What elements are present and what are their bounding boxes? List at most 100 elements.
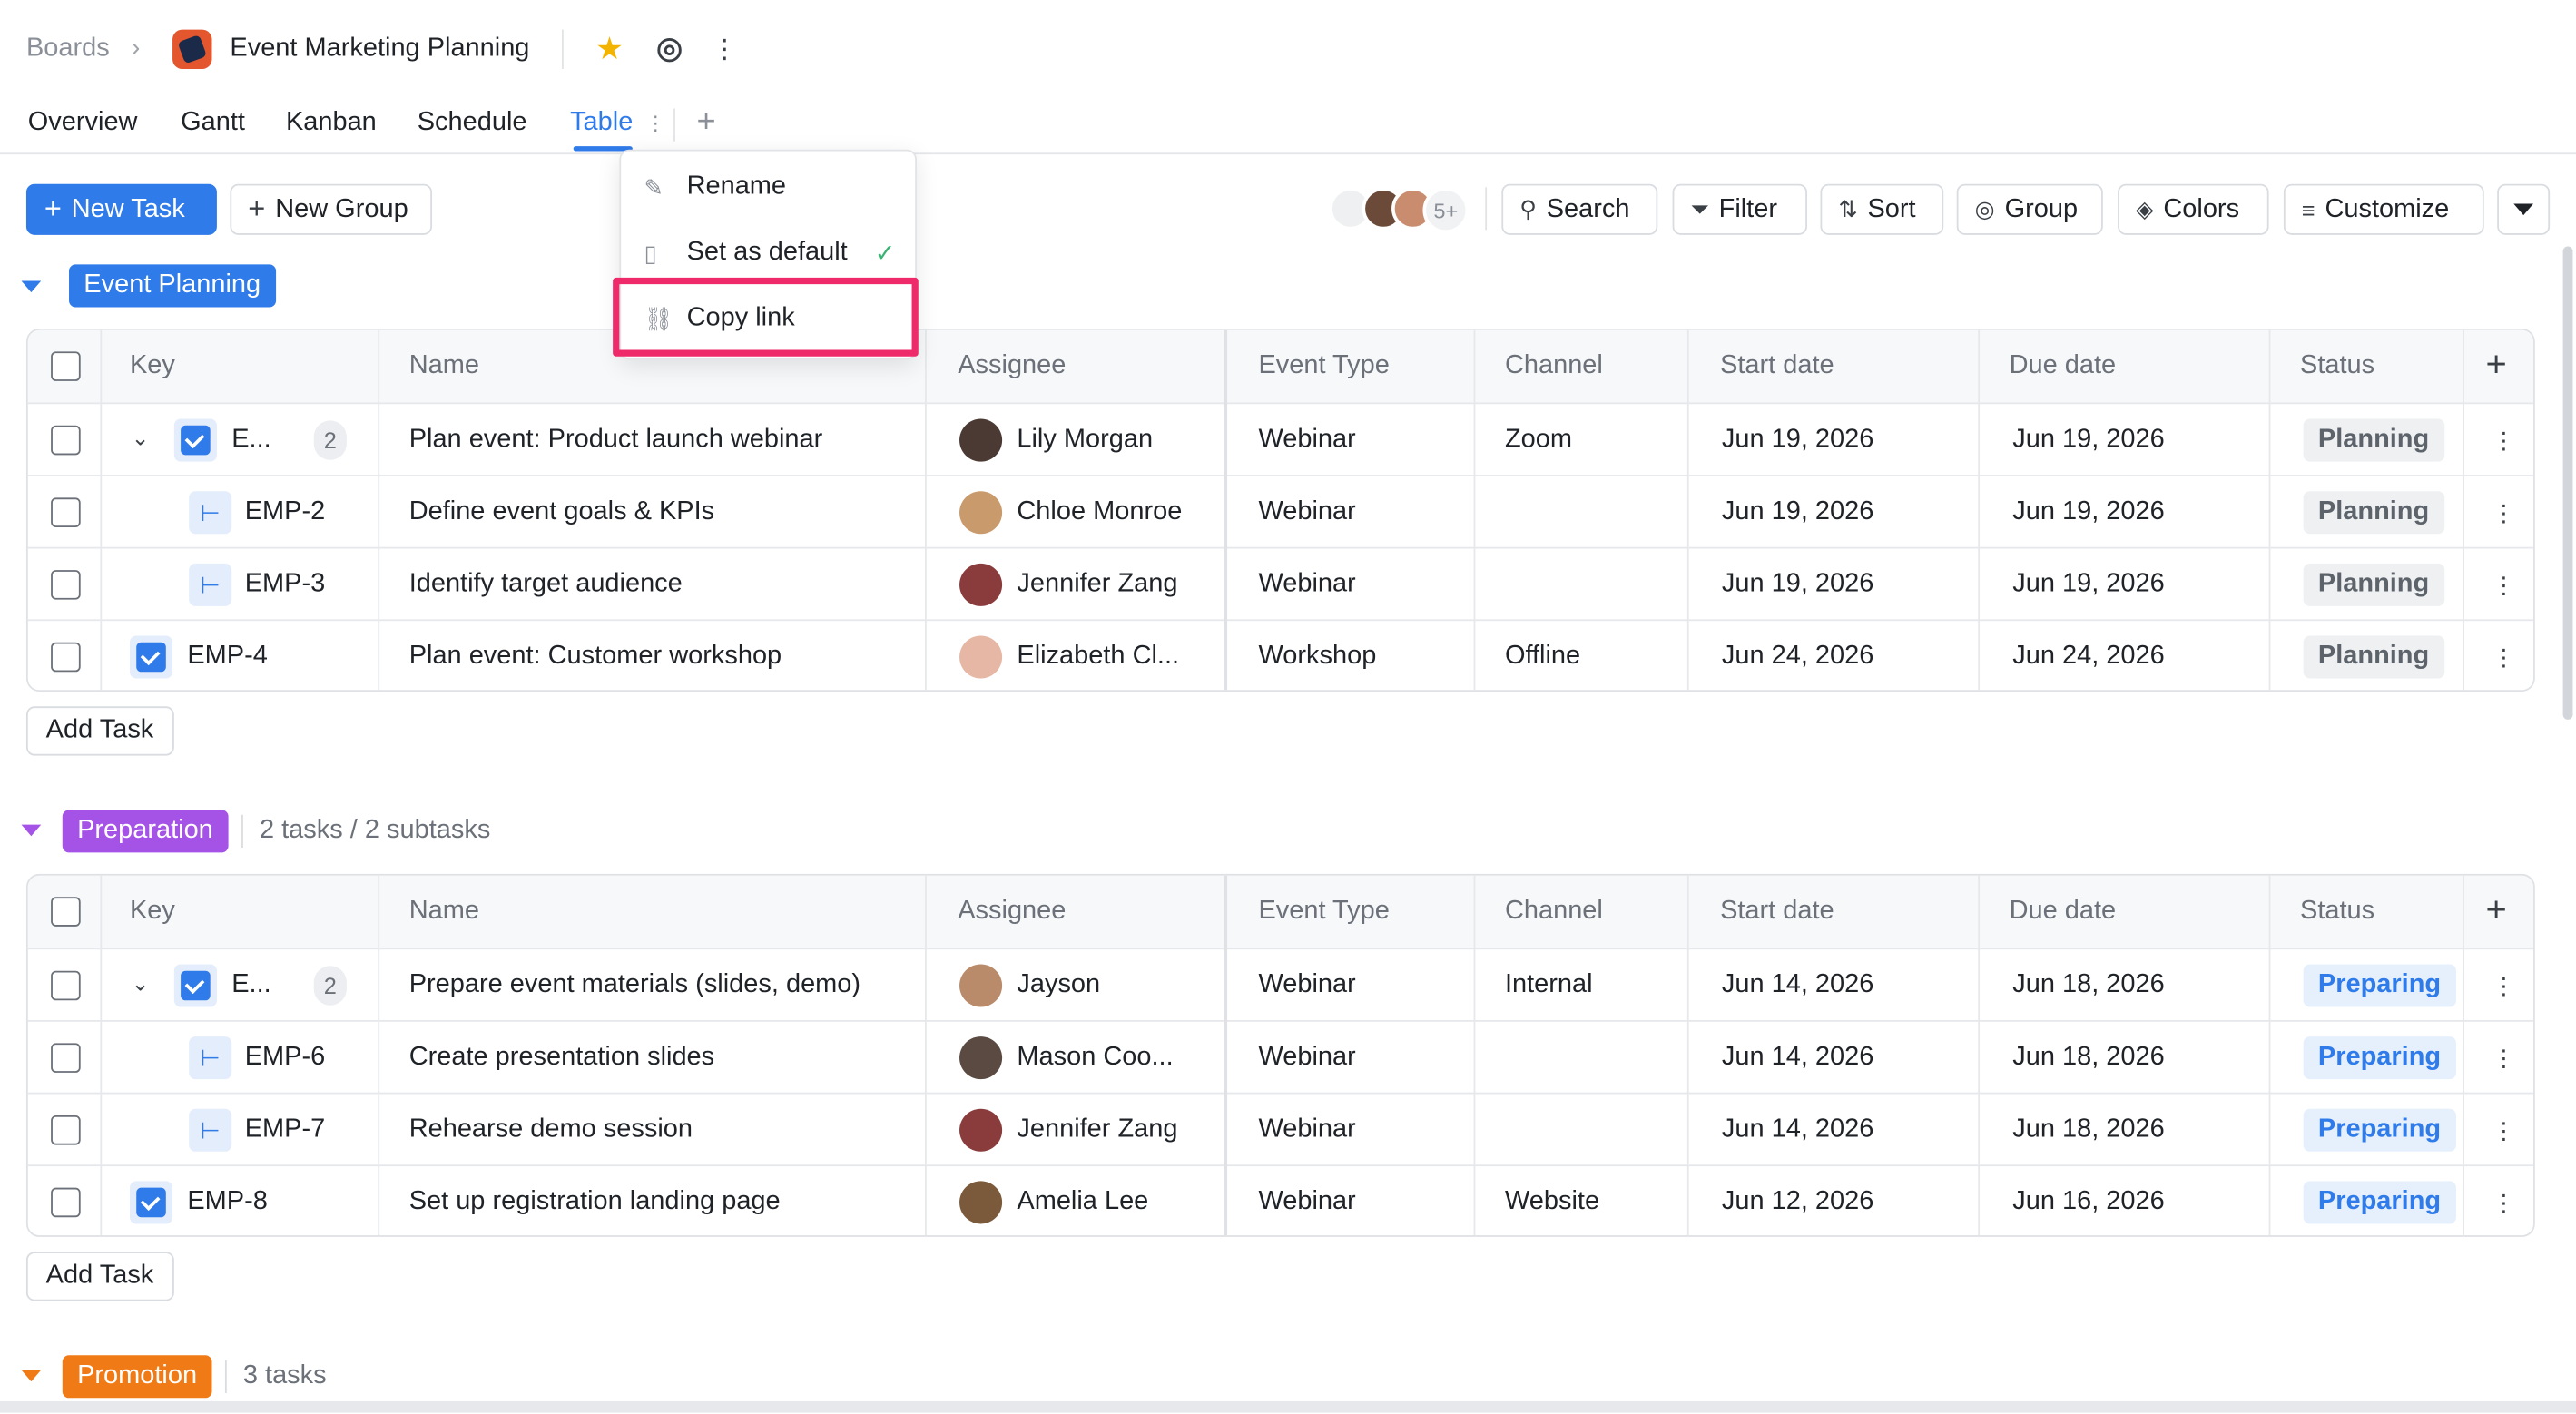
event-type-value[interactable]: Webinar [1258,549,1355,622]
event-type-value[interactable]: Webinar [1258,1166,1355,1235]
colors-button[interactable]: ◈ Colors [2118,183,2269,235]
table-row[interactable]: ⊢ EMP-2 Define event goals & KPIs Chloe … [27,475,2534,549]
task-name[interactable]: Set up registration landing page [409,1166,781,1235]
tab-options-icon[interactable]: ⋮ [645,112,665,134]
start-date-value[interactable]: Jun 12, 2026 [1722,1166,1873,1235]
table-row[interactable]: ⊢ EMP-7 Rehearse demo session Jennifer Z… [27,1092,2534,1166]
row-more-icon[interactable]: ⋮ [2492,1189,2515,1217]
row-checkbox[interactable] [51,1043,81,1073]
menu-item-rename[interactable]: ✎ Rename [621,154,919,220]
assignee-name[interactable]: Amelia Lee [1017,1166,1148,1235]
select-all-checkbox[interactable] [51,897,81,927]
col-header-status[interactable]: Status [2300,330,2374,403]
select-all-checkbox[interactable] [51,351,81,381]
assignee-name[interactable]: Lily Morgan [1017,404,1153,476]
col-header-key[interactable]: Key [130,330,175,403]
group-tag-event-planning[interactable]: Event Planning [69,264,276,308]
status-badge[interactable]: Planning [2303,635,2444,679]
add-view-icon[interactable]: + [696,103,715,142]
due-date-value[interactable]: Jun 18, 2026 [2012,1094,2164,1166]
event-type-value[interactable]: Webinar [1258,1094,1355,1166]
task-key[interactable]: EMP-3 [245,549,326,622]
event-type-value[interactable]: Webinar [1258,949,1355,1022]
task-key[interactable]: E... [231,404,270,476]
horizontal-scrollbar[interactable] [0,1400,2576,1413]
sort-button[interactable]: ⇅ Sort [1820,183,1944,235]
group-collapse-caret[interactable] [21,824,42,837]
assignee-name[interactable]: Mason Coo... [1017,1022,1173,1095]
row-checkbox[interactable] [51,425,81,456]
row-checkbox[interactable] [51,1187,81,1218]
due-date-value[interactable]: Jun 19, 2026 [2012,404,2164,476]
row-checkbox[interactable] [51,642,81,673]
row-more-icon[interactable]: ⋮ [2492,973,2515,1001]
row-checkbox[interactable] [51,497,81,528]
board-title[interactable]: Event Marketing Planning [230,34,529,64]
task-name[interactable]: Plan event: Product launch webinar [409,404,823,476]
status-badge[interactable]: Preparing [2303,964,2456,1007]
task-name[interactable]: Prepare event materials (slides, demo) [409,949,860,1022]
status-badge[interactable]: Planning [2303,563,2444,606]
row-more-icon[interactable]: ⋮ [2492,499,2515,527]
group-tag-promotion[interactable]: Promotion [62,1355,212,1399]
col-header-due-date[interactable]: Due date [2010,330,2117,403]
due-date-value[interactable]: Jun 16, 2026 [2012,1166,2164,1235]
group-tag-preparation[interactable]: Preparation [62,810,229,853]
assignee-name[interactable]: Jayson [1017,949,1100,1022]
tab-schedule[interactable]: Schedule [418,108,527,138]
status-badge[interactable]: Preparing [2303,1108,2456,1152]
chevron-down-icon[interactable]: ⌄ [132,971,150,997]
start-date-value[interactable]: Jun 14, 2026 [1722,1094,1873,1166]
row-checkbox[interactable] [51,570,81,600]
more-vertical-icon[interactable]: ⋮ [706,31,742,67]
col-header-channel[interactable]: Channel [1505,330,1603,403]
add-column-icon[interactable]: + [2486,889,2507,931]
table-row[interactable]: EMP-8 Set up registration landing page A… [27,1164,2534,1235]
col-header-assignee[interactable]: Assignee [958,330,1066,403]
group-collapse-caret[interactable] [21,280,42,293]
more-options-button[interactable] [2497,183,2551,235]
col-header-key[interactable]: Key [130,876,175,948]
task-key[interactable]: EMP-8 [187,1166,268,1235]
add-task-button[interactable]: Add Task [25,1252,174,1301]
col-header-start-date[interactable]: Start date [1720,876,1834,948]
status-badge[interactable]: Preparing [2303,1181,2456,1224]
new-group-button[interactable]: + New Group [230,183,433,235]
event-type-value[interactable]: Workshop [1258,621,1376,690]
vertical-scrollbar[interactable] [2562,246,2573,720]
col-header-name[interactable]: Name [409,876,479,948]
tab-gantt[interactable]: Gantt [181,108,245,138]
event-type-value[interactable]: Webinar [1258,1022,1355,1095]
avatars-more-badge[interactable]: 5+ [1422,187,1470,234]
task-name[interactable]: Plan event: Customer workshop [409,621,782,690]
assignee-name[interactable]: Jennifer Zang [1017,549,1177,622]
row-more-icon[interactable]: ⋮ [2492,1117,2515,1145]
channel-value[interactable]: Zoom [1505,404,1572,476]
start-date-value[interactable]: Jun 14, 2026 [1722,949,1873,1022]
row-checkbox[interactable] [51,970,81,1001]
table-row[interactable]: ⌄ E... 2 Prepare event materials (slides… [27,948,2534,1022]
task-key[interactable]: EMP-7 [245,1094,326,1166]
col-header-due-date[interactable]: Due date [2010,876,2117,948]
add-task-button[interactable]: Add Task [25,706,174,756]
task-key[interactable]: E... [231,949,270,1022]
tab-kanban[interactable]: Kanban [286,108,377,138]
start-date-value[interactable]: Jun 19, 2026 [1722,404,1873,476]
col-header-event-type[interactable]: Event Type [1258,330,1389,403]
tab-overview[interactable]: Overview [28,108,138,138]
star-icon[interactable]: ★ [592,31,628,67]
due-date-value[interactable]: Jun 19, 2026 [2012,476,2164,549]
task-name[interactable]: Identify target audience [409,549,683,622]
chevron-down-icon[interactable]: ⌄ [132,426,150,452]
col-header-status[interactable]: Status [2300,876,2374,948]
due-date-value[interactable]: Jun 18, 2026 [2012,1022,2164,1095]
new-task-button[interactable]: + New Task [25,183,217,235]
due-date-value[interactable]: Jun 18, 2026 [2012,949,2164,1022]
watch-icon[interactable] [651,31,687,67]
task-name[interactable]: Create presentation slides [409,1022,714,1095]
tab-table[interactable]: Table [570,108,633,138]
group-collapse-caret[interactable] [21,1370,42,1382]
menu-item-set-default[interactable]: ▯ Set as default ✓ [621,221,919,286]
filter-button[interactable]: ⏷ Filter [1672,183,1807,235]
event-type-value[interactable]: Webinar [1258,476,1355,549]
